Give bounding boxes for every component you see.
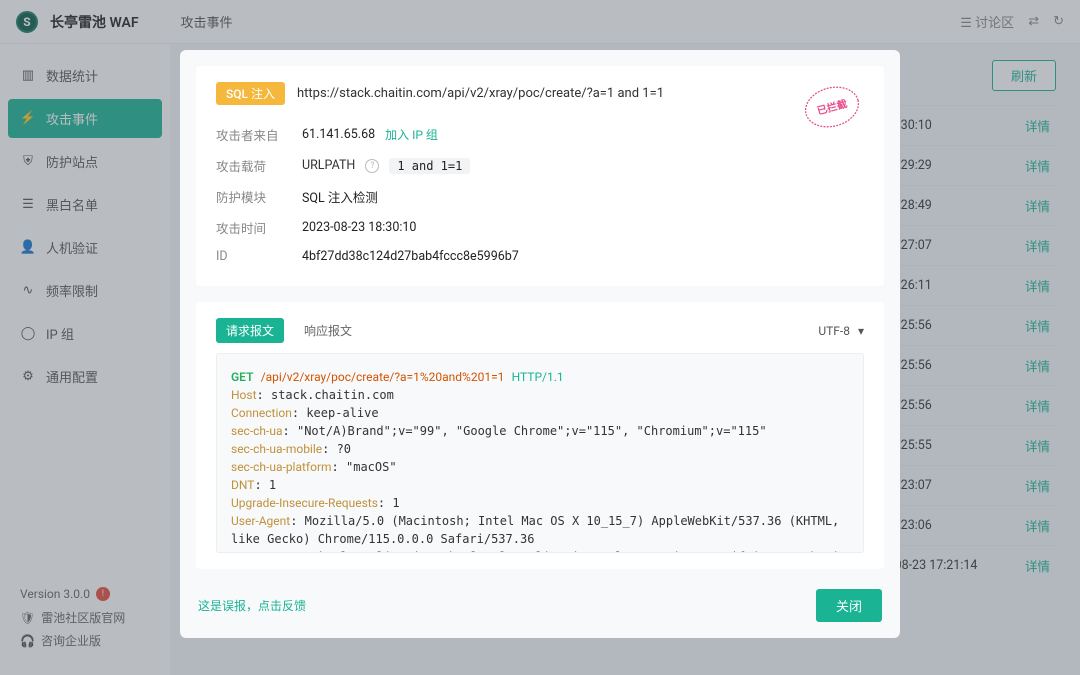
id-value: 4bf27dd38c124d27bab4fccc8e5996b7 [302,249,519,264]
tab-response[interactable]: 响应报文 [294,318,362,343]
modal-overlay[interactable]: 已拦截 SQL 注入 https://stack.chaitin.com/api… [0,0,1080,675]
attack-detail-modal: 已拦截 SQL 注入 https://stack.chaitin.com/api… [180,50,900,638]
attack-url: https://stack.chaitin.com/api/v2/xray/po… [297,86,664,101]
tab-request[interactable]: 请求报文 [216,318,284,343]
module-value: SQL 注入检测 [302,187,378,206]
payload-code: 1 and 1=1 [389,158,470,174]
false-report-link[interactable]: 这是误报，点击反馈 [198,597,306,614]
add-ip-group-link[interactable]: 加入 IP 组 [385,126,438,143]
payload-type: URLPATH [302,158,355,173]
summary-card: 已拦截 SQL 注入 https://stack.chaitin.com/api… [196,66,884,286]
label-payload: 攻击载荷 [216,156,302,175]
encoding-label: UTF-8 [818,324,850,338]
label-id: ID [216,249,302,264]
help-icon[interactable]: ? [365,159,379,173]
label-time: 攻击时间 [216,218,302,237]
encoding-select[interactable]: UTF-8 ▾ [818,324,864,338]
label-module: 防护模块 [216,187,302,206]
attack-type-badge: SQL 注入 [216,82,285,105]
blocked-stamp: 已拦截 [800,80,864,134]
http-card: 请求报文 响应报文 UTF-8 ▾ GET /api/v2/xray/poc/cr… [196,302,884,569]
svg-text:已拦截: 已拦截 [816,97,850,118]
http-request-box[interactable]: GET /api/v2/xray/poc/create/?a=1%20and%2… [216,353,864,553]
close-button[interactable]: 关闭 [816,589,882,622]
chevron-down-icon: ▾ [858,324,864,338]
attacker-ip: 61.141.65.68 [302,127,375,142]
label-attacker: 攻击者来自 [216,125,302,144]
time-value: 2023-08-23 18:30:10 [302,218,416,237]
